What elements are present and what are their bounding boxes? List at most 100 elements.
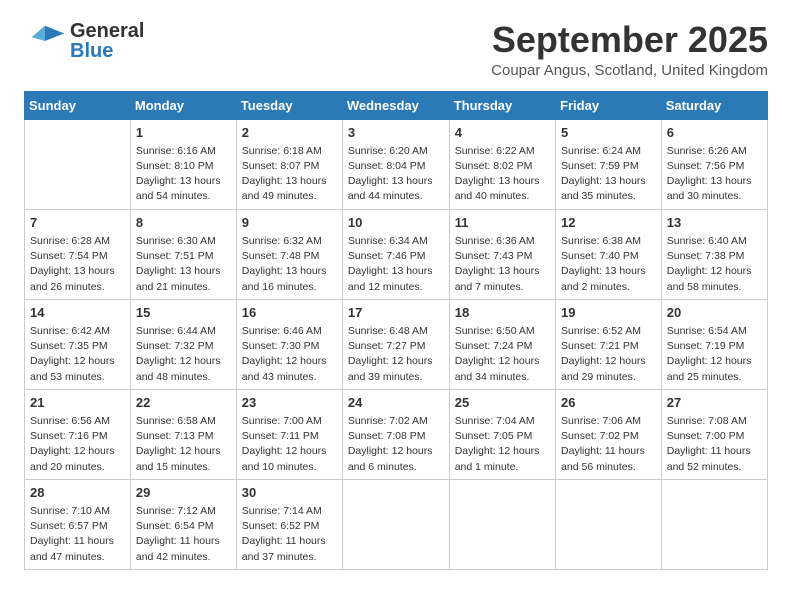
weekday-header-friday: Friday xyxy=(556,91,662,119)
day-number: 29 xyxy=(136,484,231,502)
calendar-cell: 2Sunrise: 6:18 AM Sunset: 8:07 PM Daylig… xyxy=(236,119,342,209)
day-info: Sunrise: 7:12 AM Sunset: 6:54 PM Dayligh… xyxy=(136,504,231,565)
day-info: Sunrise: 7:10 AM Sunset: 6:57 PM Dayligh… xyxy=(30,504,125,565)
day-info: Sunrise: 7:00 AM Sunset: 7:11 PM Dayligh… xyxy=(242,414,337,475)
day-info: Sunrise: 6:56 AM Sunset: 7:16 PM Dayligh… xyxy=(30,414,125,475)
day-number: 2 xyxy=(242,124,337,142)
calendar-cell: 12Sunrise: 6:38 AM Sunset: 7:40 PM Dayli… xyxy=(556,209,662,299)
day-number: 8 xyxy=(136,214,231,232)
calendar-cell: 13 Sunrise: 6:40 AM Sunset: 7:38 PM Dayli… xyxy=(661,209,767,299)
day-number: 24 xyxy=(348,394,444,412)
calendar-cell: 15 Sunrise: 6:44 AM Sunset: 7:32 PM Dayli… xyxy=(130,299,236,389)
day-number: 28 xyxy=(30,484,125,502)
calendar-week-row: 28 Sunrise: 7:10 AM Sunset: 6:57 PM Dayli… xyxy=(25,479,768,569)
day-number: 22 xyxy=(136,394,231,412)
logo: General Blue xyxy=(24,20,144,62)
logo-general-text: General xyxy=(70,21,144,41)
day-info: Sunrise: 6:46 AM Sunset: 7:30 PM Dayligh… xyxy=(242,324,337,385)
weekday-header-monday: Monday xyxy=(130,91,236,119)
day-number: 14 xyxy=(30,304,125,322)
day-number: 19 xyxy=(561,304,656,322)
weekday-header-tuesday: Tuesday xyxy=(236,91,342,119)
day-number: 1 xyxy=(136,124,231,142)
weekday-header-row: SundayMondayTuesdayWednesdayThursdayFrid… xyxy=(25,91,768,119)
day-info: Sunrise: 6:30 AM Sunset: 7:51 PM Dayligh… xyxy=(136,234,231,295)
calendar-cell: 16Sunrise: 6:46 AM Sunset: 7:30 PM Dayli… xyxy=(236,299,342,389)
calendar-cell: 3Sunrise: 6:20 AM Sunset: 8:04 PM Daylig… xyxy=(342,119,449,209)
day-info: Sunrise: 7:14 AM Sunset: 6:52 PM Dayligh… xyxy=(242,504,337,565)
day-info: Sunrise: 6:44 AM Sunset: 7:32 PM Dayligh… xyxy=(136,324,231,385)
day-info: Sunrise: 6:40 AM Sunset: 7:38 PM Dayligh… xyxy=(667,234,762,295)
weekday-header-wednesday: Wednesday xyxy=(342,91,449,119)
calendar-cell: 8 Sunrise: 6:30 AM Sunset: 7:51 PM Daylig… xyxy=(130,209,236,299)
calendar-week-row: 21Sunrise: 6:56 AM Sunset: 7:16 PM Dayli… xyxy=(25,389,768,479)
calendar-week-row: 7Sunrise: 6:28 AM Sunset: 7:54 PM Daylig… xyxy=(25,209,768,299)
calendar-cell: 14 Sunrise: 6:42 AM Sunset: 7:35 PM Dayli… xyxy=(25,299,131,389)
calendar-cell: 7Sunrise: 6:28 AM Sunset: 7:54 PM Daylig… xyxy=(25,209,131,299)
day-number: 18 xyxy=(455,304,550,322)
day-info: Sunrise: 7:04 AM Sunset: 7:05 PM Dayligh… xyxy=(455,414,550,475)
calendar-cell: 25 Sunrise: 7:04 AM Sunset: 7:05 PM Dayli… xyxy=(449,389,555,479)
logo-icon xyxy=(24,20,66,62)
calendar-cell xyxy=(342,479,449,569)
calendar-week-row: 1 Sunrise: 6:16 AM Sunset: 8:10 PM Daylig… xyxy=(25,119,768,209)
day-info: Sunrise: 6:58 AM Sunset: 7:13 PM Dayligh… xyxy=(136,414,231,475)
day-info: Sunrise: 7:02 AM Sunset: 7:08 PM Dayligh… xyxy=(348,414,444,475)
day-info: Sunrise: 6:32 AM Sunset: 7:48 PM Dayligh… xyxy=(242,234,337,295)
month-title: September 2025 xyxy=(491,20,768,60)
calendar-table: SundayMondayTuesdayWednesdayThursdayFrid… xyxy=(24,91,768,570)
day-info: Sunrise: 6:48 AM Sunset: 7:27 PM Dayligh… xyxy=(348,324,444,385)
calendar-cell: 29 Sunrise: 7:12 AM Sunset: 6:54 PM Dayli… xyxy=(130,479,236,569)
calendar-cell xyxy=(661,479,767,569)
calendar-cell xyxy=(449,479,555,569)
calendar-cell: 26Sunrise: 7:06 AM Sunset: 7:02 PM Dayli… xyxy=(556,389,662,479)
day-number: 5 xyxy=(561,124,656,142)
location-text: Coupar Angus, Scotland, United Kingdom xyxy=(491,62,768,79)
day-number: 27 xyxy=(667,394,762,412)
calendar-cell: 4 Sunrise: 6:22 AM Sunset: 8:02 PM Daylig… xyxy=(449,119,555,209)
day-number: 15 xyxy=(136,304,231,322)
logo-blue-text: Blue xyxy=(70,41,144,61)
day-number: 9 xyxy=(242,214,337,232)
day-info: Sunrise: 6:22 AM Sunset: 8:02 PM Dayligh… xyxy=(455,144,550,205)
day-number: 11 xyxy=(455,214,550,232)
day-info: Sunrise: 6:38 AM Sunset: 7:40 PM Dayligh… xyxy=(561,234,656,295)
calendar-cell: 30 Sunrise: 7:14 AM Sunset: 6:52 PM Dayli… xyxy=(236,479,342,569)
calendar-cell: 28 Sunrise: 7:10 AM Sunset: 6:57 PM Dayli… xyxy=(25,479,131,569)
day-number: 25 xyxy=(455,394,550,412)
calendar-cell: 19 Sunrise: 6:52 AM Sunset: 7:21 PM Dayli… xyxy=(556,299,662,389)
calendar-cell: 21Sunrise: 6:56 AM Sunset: 7:16 PM Dayli… xyxy=(25,389,131,479)
day-number: 6 xyxy=(667,124,762,142)
day-number: 13 xyxy=(667,214,762,232)
weekday-header-saturday: Saturday xyxy=(661,91,767,119)
day-number: 26 xyxy=(561,394,656,412)
day-info: Sunrise: 6:36 AM Sunset: 7:43 PM Dayligh… xyxy=(455,234,550,295)
day-number: 4 xyxy=(455,124,550,142)
calendar-cell: 11 Sunrise: 6:36 AM Sunset: 7:43 PM Dayli… xyxy=(449,209,555,299)
day-info: Sunrise: 6:24 AM Sunset: 7:59 PM Dayligh… xyxy=(561,144,656,205)
day-number: 20 xyxy=(667,304,762,322)
day-info: Sunrise: 6:34 AM Sunset: 7:46 PM Dayligh… xyxy=(348,234,444,295)
weekday-header-thursday: Thursday xyxy=(449,91,555,119)
day-info: Sunrise: 6:50 AM Sunset: 7:24 PM Dayligh… xyxy=(455,324,550,385)
weekday-header-sunday: Sunday xyxy=(25,91,131,119)
calendar-cell: 5 Sunrise: 6:24 AM Sunset: 7:59 PM Daylig… xyxy=(556,119,662,209)
day-info: Sunrise: 6:42 AM Sunset: 7:35 PM Dayligh… xyxy=(30,324,125,385)
day-info: Sunrise: 6:54 AM Sunset: 7:19 PM Dayligh… xyxy=(667,324,762,385)
day-number: 3 xyxy=(348,124,444,142)
day-number: 30 xyxy=(242,484,337,502)
day-info: Sunrise: 7:08 AM Sunset: 7:00 PM Dayligh… xyxy=(667,414,762,475)
day-info: Sunrise: 6:28 AM Sunset: 7:54 PM Dayligh… xyxy=(30,234,125,295)
calendar-cell: 20 Sunrise: 6:54 AM Sunset: 7:19 PM Dayli… xyxy=(661,299,767,389)
day-number: 23 xyxy=(242,394,337,412)
calendar-cell: 22 Sunrise: 6:58 AM Sunset: 7:13 PM Dayli… xyxy=(130,389,236,479)
calendar-cell xyxy=(25,119,131,209)
calendar-cell: 18 Sunrise: 6:50 AM Sunset: 7:24 PM Dayli… xyxy=(449,299,555,389)
title-area: September 2025 Coupar Angus, Scotland, U… xyxy=(491,20,768,79)
calendar-cell: 9 Sunrise: 6:32 AM Sunset: 7:48 PM Daylig… xyxy=(236,209,342,299)
day-info: Sunrise: 6:52 AM Sunset: 7:21 PM Dayligh… xyxy=(561,324,656,385)
day-info: Sunrise: 6:26 AM Sunset: 7:56 PM Dayligh… xyxy=(667,144,762,205)
day-info: Sunrise: 6:16 AM Sunset: 8:10 PM Dayligh… xyxy=(136,144,231,205)
day-number: 10 xyxy=(348,214,444,232)
calendar-cell: 17Sunrise: 6:48 AM Sunset: 7:27 PM Dayli… xyxy=(342,299,449,389)
